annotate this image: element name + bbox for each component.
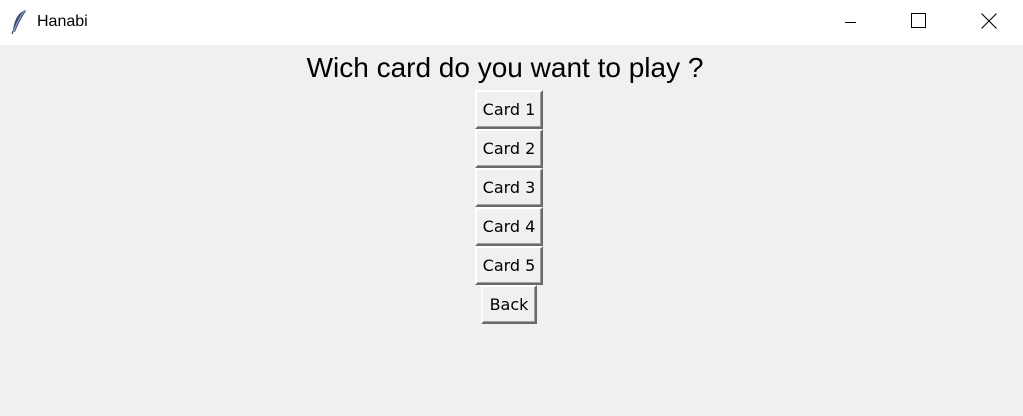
- back-button[interactable]: Back: [481, 285, 537, 324]
- card-1-button[interactable]: Card 1: [475, 90, 543, 129]
- main-content: Wich card do you want to play ? Card 1 C…: [0, 45, 1023, 416]
- minimize-button[interactable]: [828, 0, 874, 45]
- card-5-button[interactable]: Card 5: [475, 246, 543, 285]
- card-2-button[interactable]: Card 2: [475, 129, 543, 168]
- close-icon: [981, 12, 997, 33]
- app-window: Hanabi Wich card do you want to play ? C…: [0, 0, 1023, 416]
- feather-icon: [10, 9, 28, 35]
- maximize-icon: [911, 12, 927, 33]
- window-title: Hanabi: [37, 13, 88, 30]
- maximize-button[interactable]: [896, 0, 942, 45]
- prompt-label: Wich card do you want to play ?: [306, 52, 704, 83]
- minimize-icon: [845, 13, 857, 32]
- card-3-button[interactable]: Card 3: [475, 168, 543, 207]
- close-button[interactable]: [966, 0, 1012, 45]
- card-4-button[interactable]: Card 4: [475, 207, 543, 246]
- title-bar[interactable]: Hanabi: [0, 0, 1023, 45]
